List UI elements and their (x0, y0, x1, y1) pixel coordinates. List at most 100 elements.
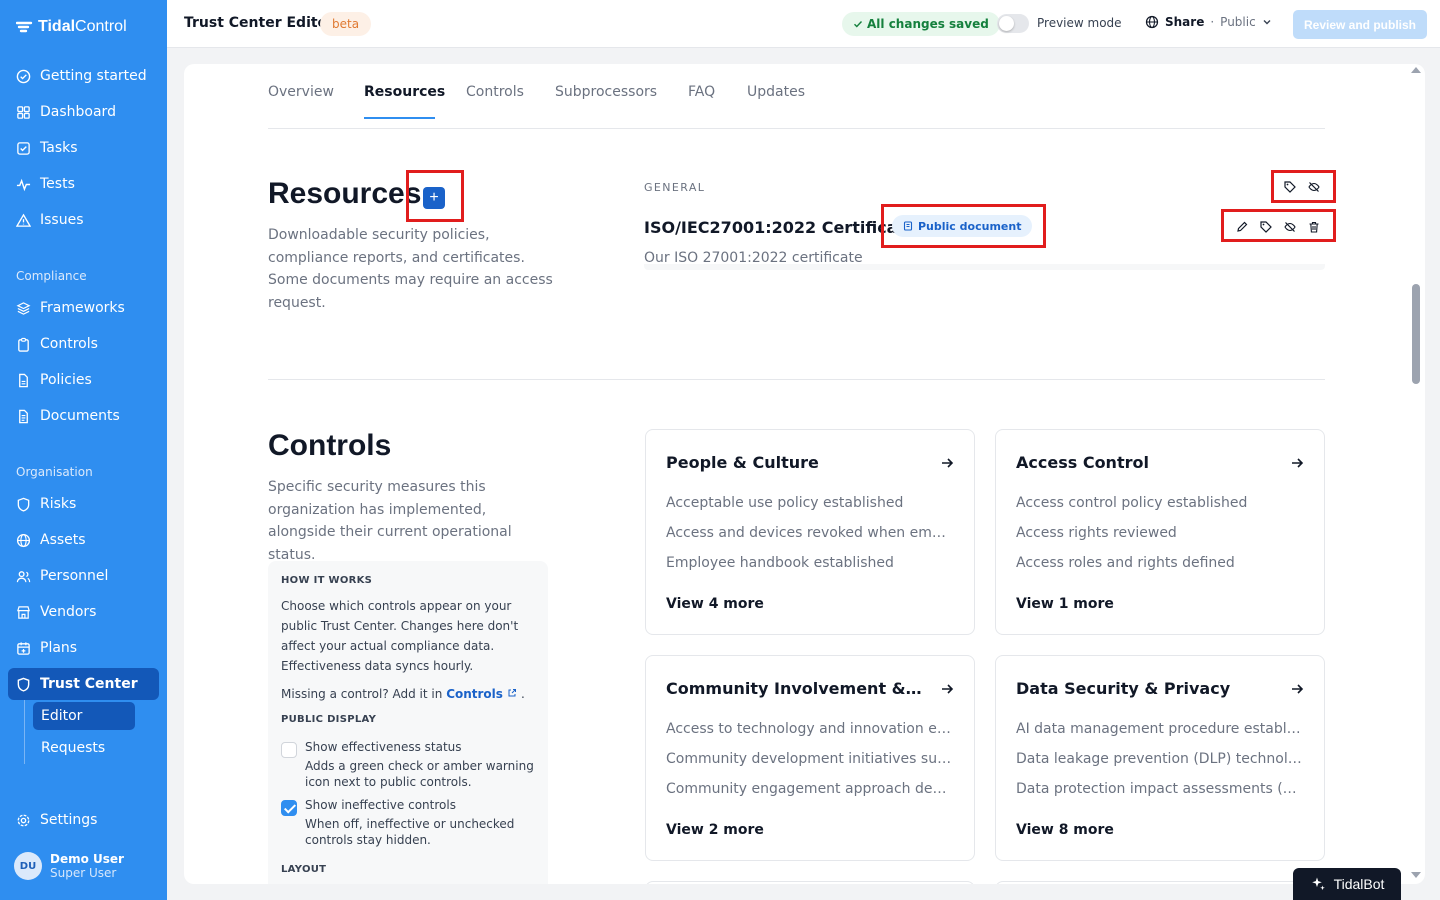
sidebar-item-settings[interactable]: Settings (8, 804, 159, 836)
controls-title: Controls (268, 429, 392, 462)
tab-subprocessors[interactable]: Subprocessors (555, 84, 657, 100)
share-menu-button[interactable]: Share · Public (1145, 15, 1272, 29)
users-icon (16, 570, 31, 582)
sidebar-item-label: Vendors (40, 604, 97, 620)
control-item: Access rights reviewed (1016, 525, 1177, 541)
view-more-link[interactable]: View 2 more (666, 822, 764, 838)
sidebar-item-documents[interactable]: Documents (8, 400, 159, 432)
highlight-box (1271, 170, 1336, 203)
preview-mode-label: Preview mode (1037, 16, 1122, 30)
sidebar-item-issues[interactable]: Issues (8, 204, 159, 236)
sidebar-item-label: Trust Center (40, 676, 138, 692)
resource-group-label: GENERAL (644, 181, 706, 194)
controls-link[interactable]: Controls (446, 687, 517, 701)
view-more-link[interactable]: View 8 more (1016, 822, 1114, 838)
sidebar-item-getting-started[interactable]: Getting started (8, 60, 159, 92)
calendar-icon (17, 641, 30, 655)
tab-faq[interactable]: FAQ (688, 84, 715, 100)
tab-resources[interactable]: Resources (364, 84, 445, 100)
tidal-wave-icon (16, 21, 33, 33)
share-label: Share (1165, 15, 1205, 29)
control-item: Data protection impact assessments (DPIA… (1016, 781, 1304, 797)
control-card-title: People & Culture (666, 453, 819, 472)
user-menu[interactable]: DU Demo User Super User (14, 852, 124, 880)
logo-light: Control (75, 18, 127, 35)
view-more-link[interactable]: View 4 more (666, 596, 764, 612)
clipboard-icon (18, 337, 29, 352)
sidebar-item-policies[interactable]: Policies (8, 364, 159, 396)
review-and-publish-button[interactable]: Review and publish (1293, 10, 1427, 39)
user-name: Demo User (50, 852, 124, 866)
avatar: DU (14, 852, 42, 880)
arrow-right-icon (1292, 458, 1304, 468)
missing-control-suffix: . (520, 687, 525, 701)
sidebar-item-label: Issues (40, 212, 84, 228)
control-card-title: Data Security & Privacy (1016, 679, 1231, 698)
sidebar-item-dashboard[interactable]: Dashboard (8, 96, 159, 128)
tab-overview[interactable]: Overview (268, 84, 334, 100)
sidebar-item-plans[interactable]: Plans (8, 632, 159, 664)
scroll-up-arrow[interactable] (1411, 67, 1421, 73)
tidalbot-label: TidalBot (1333, 876, 1385, 892)
control-card-data-security-privacy[interactable]: Data Security & Privacy AI data manageme… (995, 655, 1325, 861)
tab-controls[interactable]: Controls (466, 84, 524, 100)
sidebar-item-risks[interactable]: Risks (8, 488, 159, 520)
resources-title: Resources (268, 177, 422, 210)
sidebar-item-assets[interactable]: Assets (8, 524, 159, 556)
sidebar-subitem-editor[interactable]: Editor (33, 702, 135, 730)
control-item: Access to technology and innovation enha… (666, 721, 954, 737)
sidebar-item-label: Risks (40, 496, 77, 512)
scroll-down-arrow[interactable] (1411, 872, 1421, 878)
shield-icon (17, 497, 30, 512)
check-circle-icon (16, 69, 31, 83)
sidebar-item-label: Policies (40, 372, 92, 388)
sidebar-item-vendors[interactable]: Vendors (8, 596, 159, 628)
control-item: Community development initiatives suppor… (666, 751, 954, 767)
sparkle-icon (1311, 877, 1325, 891)
logo[interactable]: TidalControl (16, 18, 127, 36)
sidebar-item-tasks[interactable]: Tasks (8, 132, 159, 164)
sidebar-subitem-requests[interactable]: Requests (33, 734, 135, 762)
globe-icon (16, 533, 31, 547)
sidebar-item-personnel[interactable]: Personnel (8, 560, 159, 592)
control-card-partial[interactable] (995, 881, 1325, 884)
sidebar-item-tests[interactable]: Tests (8, 168, 159, 200)
preview-mode-toggle[interactable] (997, 14, 1029, 33)
control-item: Access control policy established (1016, 495, 1248, 511)
sidebar-item-trust-center[interactable]: Trust Center (8, 668, 159, 700)
sidebar-item-controls[interactable]: Controls (8, 328, 159, 360)
tidalbot-button[interactable]: TidalBot (1293, 868, 1401, 900)
beta-badge: beta (320, 12, 372, 36)
control-card-people-culture[interactable]: People & Culture Acceptable use policy e… (645, 429, 975, 635)
controls-description: Specific security measures this organiza… (268, 479, 512, 563)
control-item: Acceptable use policy established (666, 495, 904, 511)
control-item: Community engagement approach defined (666, 781, 954, 797)
sidebar-item-label: Tests (40, 176, 75, 192)
show-effectiveness-checkbox[interactable] (281, 742, 297, 758)
control-card-community-involvement[interactable]: Community Involvement & Development Acce… (645, 655, 975, 861)
store-icon (17, 605, 30, 619)
sidebar-item-frameworks[interactable]: Frameworks (8, 292, 159, 324)
control-card-partial[interactable] (645, 881, 975, 884)
sidebar-item-label: Dashboard (40, 104, 116, 120)
logo-bold: Tidal (38, 18, 76, 35)
shield-icon (17, 677, 30, 692)
how-it-works-panel: HOW IT WORKS Choose which controls appea… (268, 561, 548, 884)
missing-control-prefix: Missing a control? Add it in (281, 687, 443, 701)
scrollbar-thumb[interactable] (1412, 284, 1420, 384)
share-visibility: Public (1220, 15, 1256, 29)
resource-title[interactable]: ISO/IEC27001:2022 Certificate (644, 218, 916, 237)
sidebar-item-label: Personnel (40, 568, 109, 584)
view-more-link[interactable]: View 1 more (1016, 596, 1114, 612)
tab-updates[interactable]: Updates (747, 84, 805, 100)
grid-icon (17, 105, 30, 119)
save-status-badge: All changes saved (842, 12, 1000, 36)
control-card-title: Access Control (1016, 453, 1149, 472)
show-ineffective-checkbox[interactable] (281, 800, 297, 816)
sidebar: TidalControl Getting started Dashboard T… (0, 0, 167, 900)
control-card-access-control[interactable]: Access Control Access control policy est… (995, 429, 1325, 635)
active-tab-indicator (364, 117, 435, 119)
missing-control-note: Missing a control? Add it in Controls . (281, 684, 531, 704)
user-role: Super User (50, 866, 117, 880)
sidebar-item-label: Frameworks (40, 300, 125, 316)
